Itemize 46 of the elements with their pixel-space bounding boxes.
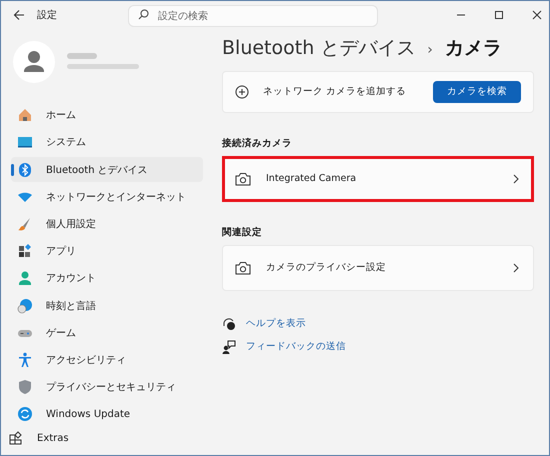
sidebar-item[interactable]: アプリ bbox=[11, 238, 203, 264]
help-icon bbox=[222, 316, 236, 331]
search-field[interactable]: 設定の検索 bbox=[128, 5, 378, 28]
sidebar-item[interactable]: Extras bbox=[9, 429, 89, 447]
chevron-right-icon bbox=[513, 174, 519, 184]
sidebar-item[interactable]: ゲーム bbox=[11, 320, 203, 346]
sidebar-item[interactable]: プライバシーとセキュリティ bbox=[11, 374, 203, 400]
avatar-icon bbox=[13, 40, 55, 83]
home-icon bbox=[17, 107, 33, 124]
sidebar-item[interactable]: Windows Update bbox=[11, 402, 203, 427]
monitor-icon bbox=[17, 134, 33, 150]
back-arrow-icon[interactable] bbox=[13, 8, 25, 21]
breadcrumb-separator: › bbox=[427, 42, 433, 58]
accessibility-icon bbox=[17, 352, 33, 368]
shield-icon bbox=[17, 379, 33, 396]
help-link[interactable]: ヘルプを表示 bbox=[246, 317, 306, 330]
section-heading: 接続済みカメラ bbox=[222, 136, 293, 150]
camera-row[interactable]: Integrated Camera bbox=[222, 156, 534, 202]
apps-icon bbox=[17, 243, 33, 260]
sidebar-item[interactable]: 個人用設定 bbox=[11, 212, 203, 236]
add-camera-label: ネットワーク カメラを追加する bbox=[263, 85, 408, 98]
sidebar-item[interactable]: システム bbox=[11, 130, 203, 155]
sidebar-item[interactable]: ホーム bbox=[11, 102, 203, 128]
extras-icon bbox=[9, 431, 23, 445]
bluetooth-icon bbox=[17, 162, 33, 178]
help-link[interactable]: フィードバックの送信 bbox=[246, 340, 346, 354]
sidebar-item[interactable]: 時刻と言語 bbox=[11, 293, 203, 318]
feedback-icon bbox=[222, 340, 236, 354]
camera-row[interactable]: カメラのプライバシー設定 bbox=[222, 244, 534, 291]
section-heading: 関連設定 bbox=[222, 226, 263, 239]
plus-circle-icon bbox=[235, 84, 249, 99]
person-icon bbox=[17, 270, 33, 286]
page-title: カメラ bbox=[444, 36, 502, 61]
camera-icon bbox=[235, 172, 251, 186]
breadcrumb-link[interactable]: Bluetooth とデバイス bbox=[222, 34, 416, 61]
window-title: 設定 bbox=[37, 8, 57, 22]
sync-icon bbox=[17, 406, 33, 422]
camera-icon bbox=[235, 260, 251, 275]
sidebar-item[interactable]: アカウント bbox=[11, 266, 203, 291]
sidebar-item[interactable]: Bluetooth とデバイス bbox=[11, 157, 203, 182]
sidebar-item[interactable]: アクセシビリティ bbox=[11, 347, 203, 372]
sidebar-item[interactable]: ネットワークとインターネット bbox=[11, 184, 203, 210]
search-cameras-button[interactable]: カメラを検索 bbox=[433, 80, 521, 103]
search-icon bbox=[138, 9, 149, 20]
chevron-right-icon bbox=[513, 262, 519, 273]
globe-clock-icon bbox=[17, 298, 33, 314]
